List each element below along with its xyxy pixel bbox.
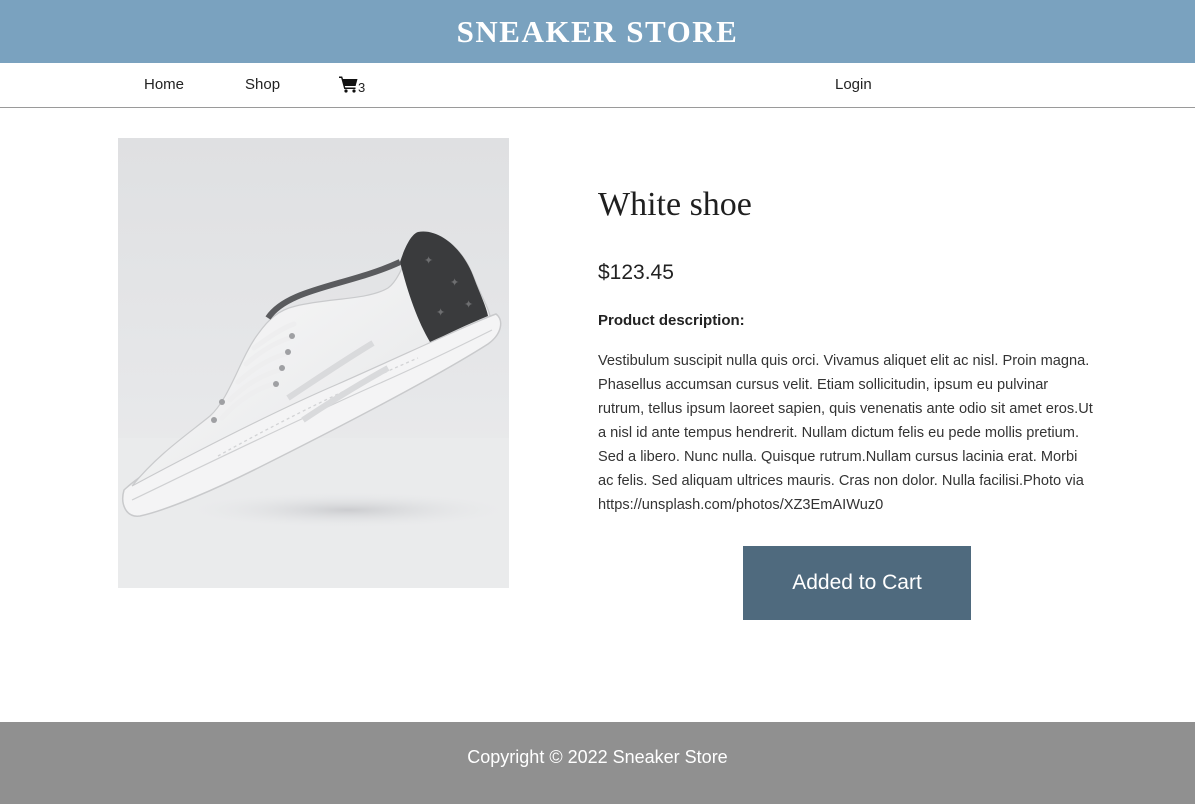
product-image: ✦ ✦ ✦ ✦ [118, 138, 509, 588]
product-description: Vestibulum suscipit nulla quis orci. Viv… [598, 353, 1093, 513]
product-title: White shoe [598, 186, 752, 223]
svg-text:✦: ✦ [424, 254, 433, 267]
cart-count-badge: 3 [358, 80, 366, 95]
added-to-cart-button[interactable]: Added to Cart [743, 546, 971, 620]
main-nav: Home Shop 3 Login [0, 63, 1195, 108]
site-header: SNEAKER STORE [0, 0, 1195, 63]
nav-shop-link[interactable]: Shop [245, 76, 280, 93]
nav-home-link[interactable]: Home [144, 76, 184, 93]
product-price: $123.45 [598, 261, 674, 284]
copyright-text: Copyright © 2022 Sneaker Store [467, 746, 728, 767]
site-footer: Copyright © 2022 Sneaker Store [0, 722, 1195, 804]
svg-text:✦: ✦ [450, 276, 459, 289]
svg-text:✦: ✦ [436, 306, 445, 319]
shopping-cart-icon [339, 75, 358, 97]
svg-text:✦: ✦ [464, 298, 473, 311]
nav-cart-link[interactable]: 3 [339, 75, 365, 97]
site-title: SNEAKER STORE [456, 13, 739, 49]
nav-login-link[interactable]: Login [835, 76, 872, 93]
description-label: Product description: [598, 312, 745, 329]
white-sneaker-photo: ✦ ✦ ✦ ✦ [118, 231, 509, 588]
